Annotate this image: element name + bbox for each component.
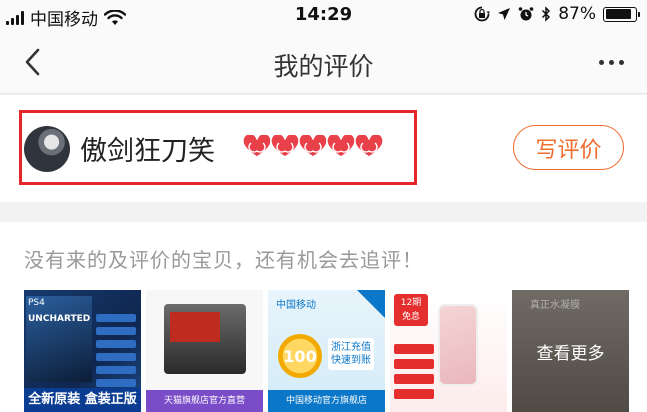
alarm-icon bbox=[518, 7, 534, 21]
page-title: 我的评价 bbox=[273, 52, 374, 81]
battery-percent: 87% bbox=[558, 4, 596, 24]
ps4-game-product[interactable]: PS4 UNCHARTED 全新原装 盒装正版 bbox=[24, 290, 141, 412]
brand-label: 中国移动 bbox=[276, 300, 316, 311]
user-level-hearts bbox=[242, 135, 384, 159]
bluetooth-icon bbox=[542, 6, 551, 22]
profile-section: 傲剑狂刀笑 写评价 bbox=[0, 95, 647, 202]
product-band-text: 中国移动官方旗舰店 bbox=[268, 390, 385, 412]
battery-fill bbox=[605, 9, 631, 19]
game-box-art bbox=[26, 296, 92, 382]
product-band-text: 天猫旗舰店官方直营 bbox=[146, 390, 263, 412]
product-band-text: 全新原装 盒装正版 bbox=[24, 388, 141, 412]
status-indicators: 87% bbox=[474, 4, 640, 24]
game-title: UNCHARTED bbox=[28, 314, 91, 324]
promo-label: 浙江充值 快速到账 bbox=[328, 338, 374, 370]
product-list: PS4 UNCHARTED 全新原装 盒装正版 天猫旗舰店官方直营 中国移动 1… bbox=[24, 290, 629, 412]
avatar[interactable] bbox=[24, 126, 70, 172]
screen-lock-icon bbox=[474, 6, 491, 22]
heart-icon bbox=[354, 135, 384, 158]
phone-recharge-product[interactable]: 中国移动 100 浙江充值 快速到账 中国移动官方旗舰店 bbox=[268, 290, 385, 412]
heart-icon bbox=[298, 135, 328, 158]
location-icon bbox=[498, 8, 511, 20]
feature-list bbox=[96, 314, 136, 387]
tag-line-1: 12期 bbox=[400, 298, 422, 308]
iphone-product[interactable]: 12期 免息 bbox=[390, 290, 507, 412]
phone-image bbox=[438, 304, 478, 386]
unrated-prompt: 没有来的及评价的宝贝，还有机会去追评！ bbox=[24, 248, 423, 272]
write-review-button[interactable]: 写评价 bbox=[513, 125, 624, 170]
concrete-product[interactable]: 真正水凝膜 查看更多 bbox=[512, 290, 629, 412]
ps4-label: PS4 bbox=[28, 298, 45, 308]
lego-truck-product[interactable]: 天猫旗舰店官方直营 bbox=[146, 290, 263, 412]
tag-line-2: 免息 bbox=[401, 312, 420, 322]
username: 傲剑狂刀笑 bbox=[80, 136, 215, 167]
heart-icon bbox=[326, 135, 356, 158]
promo-badges bbox=[394, 344, 434, 399]
truck-image bbox=[164, 304, 246, 374]
heart-icon bbox=[242, 135, 272, 158]
promo-line-2: 快速到账 bbox=[331, 355, 371, 366]
amount-coin: 100 bbox=[278, 334, 322, 378]
view-more-link[interactable]: 查看更多 bbox=[512, 290, 629, 412]
installment-tag: 12期 免息 bbox=[394, 294, 428, 326]
more-dots-icon[interactable] bbox=[593, 52, 629, 72]
status-bar: 中国移动 14:29 87% bbox=[0, 0, 647, 30]
heart-icon bbox=[270, 135, 300, 158]
unrated-section: 没有来的及评价的宝贝，还有机会去追评！ PS4 UNCHARTED 全新原装 盒… bbox=[0, 222, 647, 412]
nav-bar: 我的评价 bbox=[0, 30, 647, 94]
corner-ribbon bbox=[357, 290, 385, 318]
section-divider bbox=[0, 202, 647, 222]
promo-line-1: 浙江充值 bbox=[331, 342, 371, 353]
battery-icon bbox=[603, 6, 640, 22]
